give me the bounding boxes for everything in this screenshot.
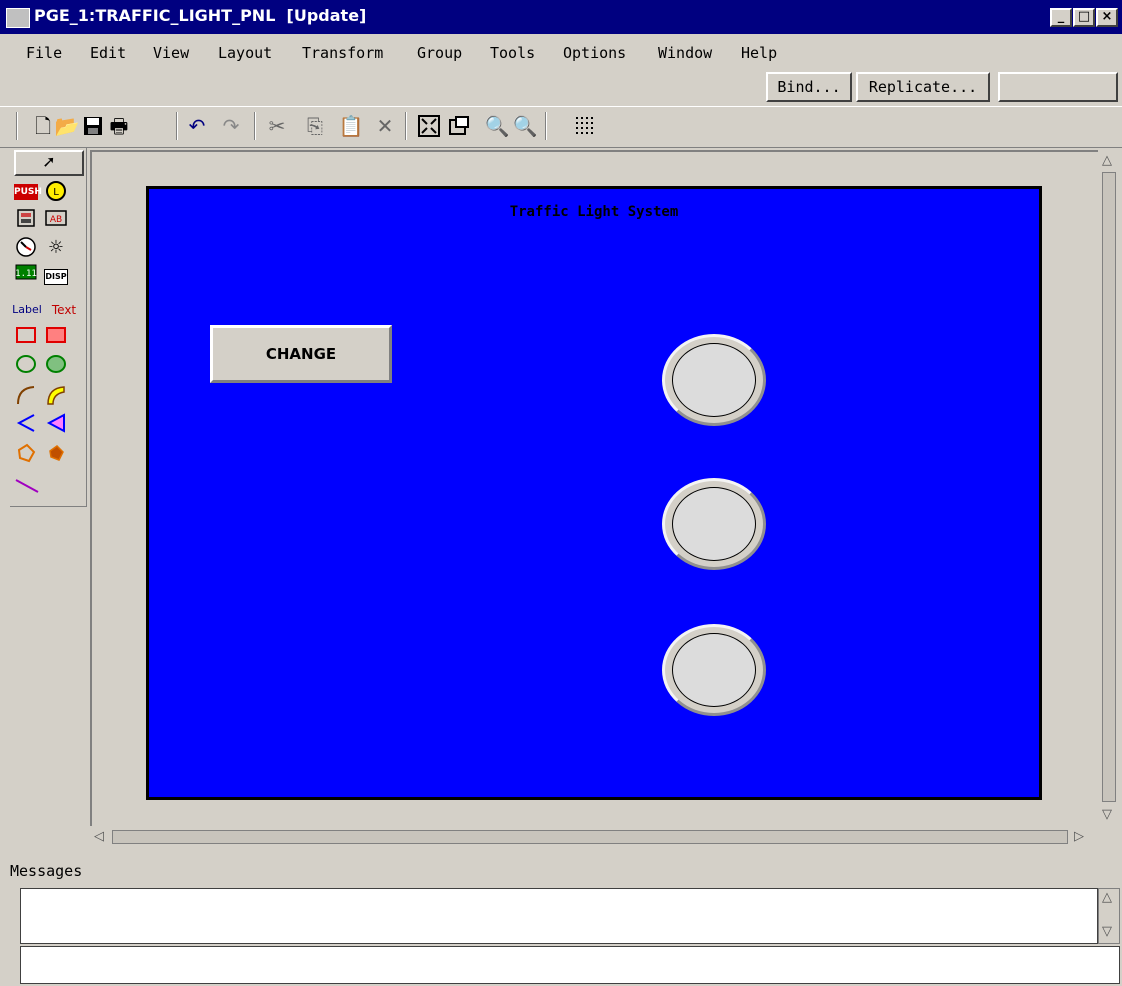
- window-title: PGE_1:TRAFFIC_LIGHT_PNL [Update]: [34, 6, 367, 25]
- cut-icon[interactable]: ✂: [264, 113, 290, 139]
- indicator-tool-icon[interactable]: ☼: [44, 236, 68, 260]
- menu-tools[interactable]: Tools: [490, 44, 535, 62]
- toolbar-separator: [16, 112, 18, 140]
- minimize-button[interactable]: _: [1050, 8, 1072, 27]
- command-input[interactable]: [20, 946, 1120, 984]
- horizontal-scroll-thumb[interactable]: [112, 830, 1068, 844]
- maximize-button[interactable]: □: [1073, 8, 1095, 27]
- messages-area[interactable]: [20, 888, 1098, 944]
- paste-icon[interactable]: 📋: [338, 113, 364, 139]
- rectangle-filled-tool-icon[interactable]: [44, 326, 68, 350]
- horizontal-scrollbar[interactable]: ◁ ▷: [90, 826, 1096, 848]
- pointer-tool-icon[interactable]: ➚: [14, 150, 84, 176]
- zoom-box-icon[interactable]: [446, 113, 472, 139]
- menu-help[interactable]: Help: [741, 44, 777, 62]
- push-button-tool[interactable]: PUSH: [14, 184, 42, 200]
- ellipse-outline-tool-icon[interactable]: [14, 354, 38, 378]
- messages-scrollbar[interactable]: △ ▽: [1098, 888, 1120, 944]
- grid-icon[interactable]: [572, 113, 598, 139]
- chord-filled-tool-icon[interactable]: [44, 412, 68, 436]
- app-icon[interactable]: [6, 8, 30, 28]
- menu-window[interactable]: Window: [658, 44, 712, 62]
- traffic-lamp-bottom[interactable]: [662, 624, 766, 716]
- display-tool[interactable]: DISP: [44, 269, 68, 285]
- replicate-button[interactable]: Replicate...: [856, 72, 990, 102]
- undo-icon[interactable]: ↶: [184, 113, 210, 139]
- menu-file[interactable]: File: [26, 44, 62, 62]
- scroll-down-icon[interactable]: ▽: [1102, 808, 1112, 822]
- toolbar-separator: [545, 112, 547, 140]
- text-tool[interactable]: Text: [48, 298, 80, 322]
- blank-button[interactable]: [998, 72, 1118, 102]
- switch-tool-icon[interactable]: [14, 208, 38, 232]
- traffic-lamp-top[interactable]: [662, 334, 766, 426]
- redo-icon[interactable]: ↷: [218, 113, 244, 139]
- scroll-up-icon[interactable]: △: [1102, 891, 1112, 905]
- selector-tool-icon[interactable]: AB: [44, 208, 68, 232]
- toolbar-separator: [405, 112, 407, 140]
- print-icon[interactable]: 🖶: [106, 113, 132, 139]
- menu-layout[interactable]: Layout: [218, 44, 272, 62]
- traffic-light-panel[interactable]: [146, 186, 1042, 800]
- scroll-up-icon[interactable]: △: [1102, 154, 1112, 168]
- lamp-inner-ring: [672, 633, 756, 707]
- copy-icon[interactable]: ⎘: [302, 113, 328, 139]
- polygon-filled-tool-icon[interactable]: [44, 442, 68, 466]
- scroll-right-icon[interactable]: ▷: [1074, 830, 1084, 844]
- gauge-tool-icon[interactable]: [14, 236, 38, 260]
- polygon-outline-tool-icon[interactable]: [14, 442, 38, 466]
- zoom-out-icon[interactable]: 🔍: [512, 113, 538, 139]
- pie-tool-icon[interactable]: [44, 384, 68, 408]
- save-icon[interactable]: [80, 113, 106, 139]
- toolbar-separator: [254, 112, 256, 140]
- zoom-in-icon[interactable]: 🔍: [484, 113, 510, 139]
- bind-button[interactable]: Bind...: [766, 72, 852, 102]
- rectangle-outline-tool-icon[interactable]: [14, 326, 38, 350]
- menu-options[interactable]: Options: [563, 44, 626, 62]
- menu-transform[interactable]: Transform: [302, 44, 383, 62]
- arc-tool-icon[interactable]: [14, 384, 38, 408]
- menu-view[interactable]: View: [153, 44, 189, 62]
- svg-text:L: L: [53, 187, 59, 198]
- messages-label: Messages: [10, 862, 83, 880]
- numeric-tool-icon[interactable]: 1.11: [14, 264, 38, 288]
- traffic-lamp-middle[interactable]: [662, 478, 766, 570]
- svg-text:AB: AB: [50, 215, 62, 225]
- menu-bar: File Edit View Layout Transform Group To…: [0, 34, 1122, 66]
- toolbar-separator: [176, 112, 178, 140]
- delete-icon[interactable]: ✕: [372, 113, 398, 139]
- panel-title: Traffic Light System: [509, 204, 679, 220]
- lamp-inner-ring: [672, 487, 756, 561]
- ellipse-filled-tool-icon[interactable]: [44, 354, 68, 378]
- lamp-inner-ring: [672, 343, 756, 417]
- change-button[interactable]: CHANGE: [210, 325, 392, 383]
- lamp-tool-icon[interactable]: L: [44, 180, 68, 204]
- svg-text:1.11: 1.11: [15, 269, 37, 279]
- scroll-down-icon[interactable]: ▽: [1102, 925, 1112, 939]
- new-document-icon[interactable]: 🗋: [30, 113, 56, 139]
- chord-tool-icon[interactable]: [14, 412, 38, 436]
- toolbar: [0, 106, 1122, 148]
- open-folder-icon[interactable]: 📂: [54, 113, 80, 139]
- vertical-scrollbar[interactable]: △ ▽: [1098, 150, 1120, 826]
- menu-edit[interactable]: Edit: [90, 44, 126, 62]
- line-tool-icon[interactable]: [14, 472, 39, 496]
- label-tool[interactable]: Label: [12, 298, 42, 322]
- fit-window-icon[interactable]: [416, 113, 442, 139]
- close-button[interactable]: ×: [1096, 8, 1118, 27]
- scroll-left-icon[interactable]: ◁: [94, 830, 104, 844]
- vertical-scroll-thumb[interactable]: [1102, 172, 1116, 802]
- menu-group[interactable]: Group: [417, 44, 462, 62]
